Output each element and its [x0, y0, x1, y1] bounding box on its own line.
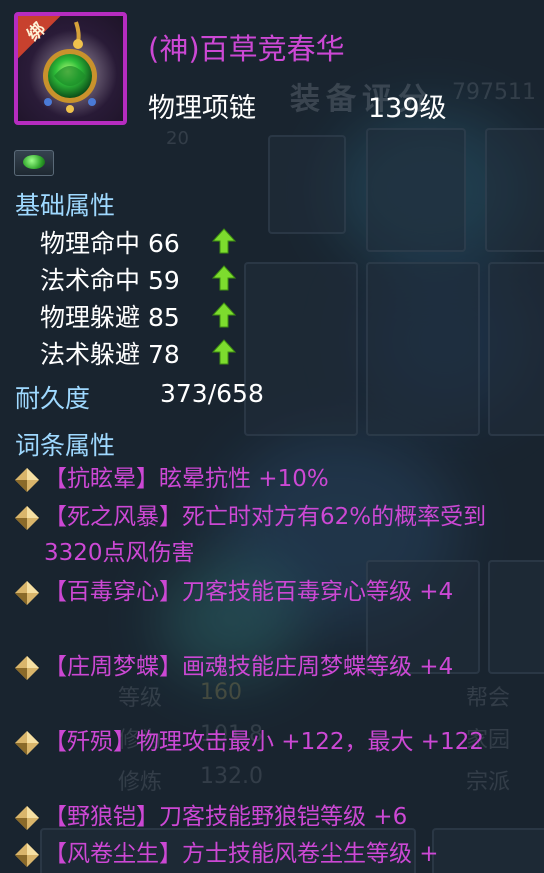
gem-slot-icon: [14, 150, 54, 176]
affix-attributes-heading: 词条属性: [15, 431, 116, 460]
diamond-bullet-icon: [15, 506, 39, 530]
item-type: 物理项链: [148, 93, 256, 124]
diamond-bullet-icon: [15, 656, 39, 680]
affix-item: 【风卷尘生】方士技能风卷尘生等级 +: [14, 836, 534, 872]
diamond-bullet-icon: [15, 468, 39, 492]
affix-item: 【死之风暴】死亡时对方有62%的概率受到3320点风伤害: [14, 499, 534, 571]
affix-text: 【风卷尘生】方士技能风卷尘生等级 +: [44, 841, 439, 867]
up-arrow-icon: [212, 228, 236, 254]
stat-label: 物理躲避: [40, 303, 141, 332]
stat-value: 85: [148, 303, 180, 332]
stat-value: 78: [148, 340, 180, 369]
stat-label: 物理命中: [40, 229, 141, 258]
diamond-bullet-icon: [15, 806, 39, 830]
affix-text: 【百毒穿心】刀客技能百毒穿心等级 +4: [44, 579, 454, 605]
affix-item: 【百毒穿心】刀客技能百毒穿心等级 +4: [14, 574, 534, 646]
stat-row: 物理躲避 85: [40, 298, 236, 332]
stat-label: 法术命中: [40, 266, 141, 295]
diamond-bullet-icon: [15, 843, 39, 867]
affix-item: 【抗眩晕】眩晕抗性 +10%: [14, 461, 534, 497]
bind-tag: 绑: [18, 16, 78, 76]
up-arrow-icon: [212, 265, 236, 291]
affix-item: 【庄周梦蝶】画魂技能庄周梦蝶等级 +4: [14, 649, 534, 721]
stat-label: 法术躲避: [40, 340, 141, 369]
affix-item: 【歼殒】物理攻击最小 +122，最大 +122: [14, 724, 534, 796]
stat-value: 59: [148, 266, 180, 295]
durability-value: 373/658: [160, 379, 264, 408]
stat-row: 物理命中 66: [40, 224, 236, 258]
stat-row: 法术躲避 78: [40, 335, 236, 369]
up-arrow-icon: [212, 302, 236, 328]
up-arrow-icon: [212, 339, 236, 365]
affix-text: 【庄周梦蝶】画魂技能庄周梦蝶等级 +4: [44, 654, 454, 680]
base-attributes-heading: 基础属性: [15, 191, 116, 220]
affix-item: 【野狼铠】刀客技能野狼铠等级 +6: [14, 799, 534, 835]
stat-row: 法术命中 59: [40, 261, 236, 295]
diamond-bullet-icon: [15, 731, 39, 755]
diamond-bullet-icon: [15, 581, 39, 605]
item-icon-frame[interactable]: 绑: [14, 12, 127, 125]
item-level: 139级: [368, 93, 447, 124]
durability-label: 耐久度: [15, 384, 91, 413]
affix-text: 【野狼铠】刀客技能野狼铠等级 +6: [44, 804, 408, 830]
affix-text: 【歼殒】物理攻击最小 +122，最大 +122: [44, 729, 484, 755]
stat-value: 66: [148, 229, 180, 258]
affix-text: 【死之风暴】死亡时对方有62%的概率受到3320点风伤害: [44, 504, 487, 566]
item-title: (神)百草竞春华: [148, 32, 345, 66]
affix-text: 【抗眩晕】眩晕抗性 +10%: [44, 466, 329, 492]
